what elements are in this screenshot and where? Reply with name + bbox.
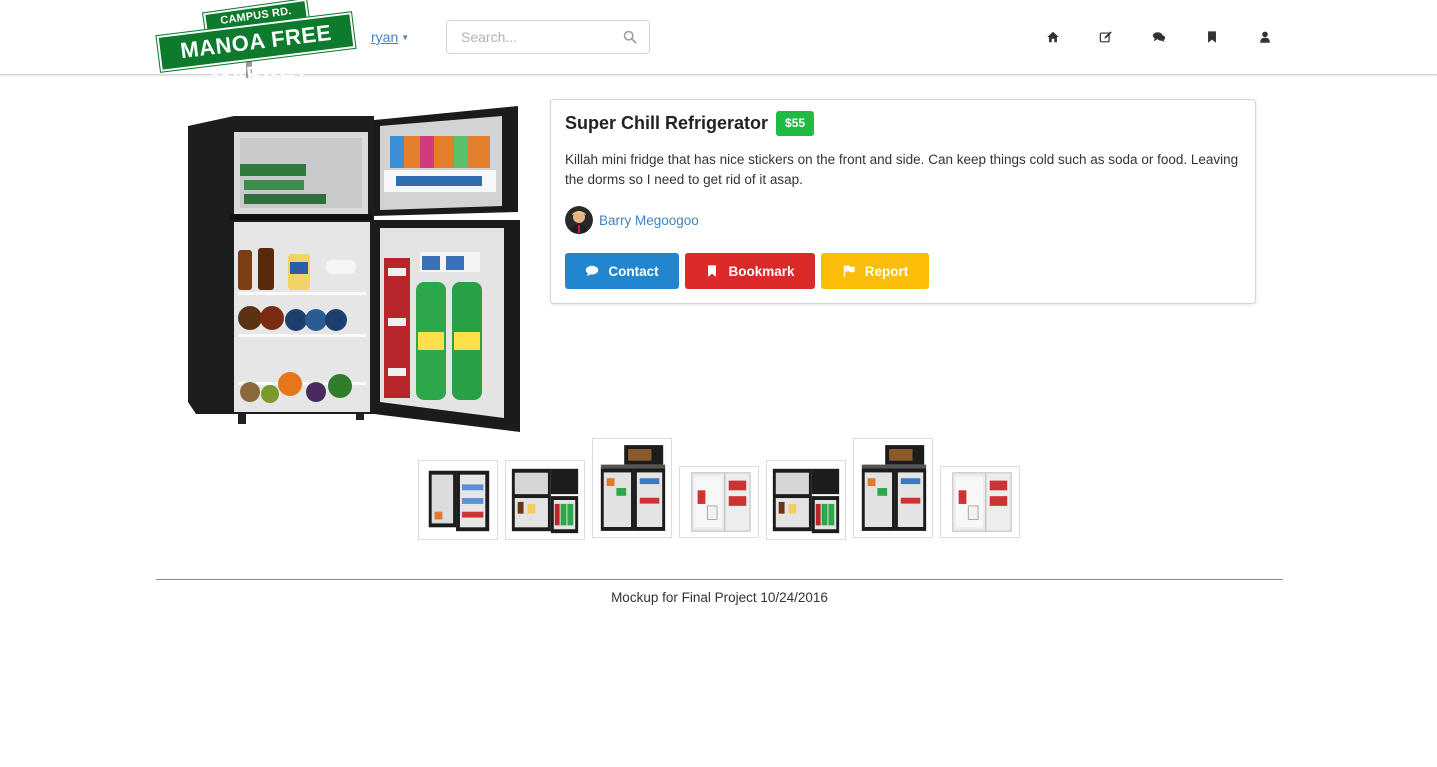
home-icon [1046,31,1059,43]
comments-icon [1152,32,1165,43]
nav-icon-menu [1026,26,1291,48]
user-icon [1259,31,1270,43]
thumbnail-1[interactable] [418,460,498,540]
caret-down-icon: ▼ [401,33,410,42]
listing-actions: Contact Bookmark Report [565,253,935,289]
user-dropdown-label: ryan [371,29,399,45]
product-main-image[interactable] [184,102,522,432]
search-input[interactable] [447,21,617,53]
thumbnail-5[interactable] [766,460,846,540]
thumbnail-3[interactable] [592,438,672,538]
nav-bookmarks[interactable] [1185,26,1238,48]
nav-messages[interactable] [1132,26,1185,48]
thumbnail-7[interactable] [940,466,1020,538]
footer-text: Mockup for Final Project 10/24/2016 [611,590,828,605]
report-button-label: Report [864,263,909,279]
footer-divider [156,579,1283,580]
edit-icon [1099,31,1112,43]
site-logo[interactable]: CAMPUS RD. 96813 ▸ MANOA FREE MARKET [155,0,360,92]
bookmark-icon [708,265,717,277]
seller-avatar[interactable] [565,206,593,234]
search-icon[interactable] [623,30,637,44]
bookmark-button[interactable]: Bookmark [685,253,815,289]
comment-icon [586,265,599,277]
contact-button[interactable]: Contact [565,253,679,289]
flag-icon [843,265,855,277]
thumbnail-6[interactable] [853,438,933,538]
report-button[interactable]: Report [821,253,929,289]
listing-description: Killah mini fridge that has nice sticker… [565,152,1239,187]
thumbnail-2[interactable] [505,460,585,540]
listing-header: Super Chill Refrigerator $55 [565,110,815,136]
thumbnail-4[interactable] [679,466,759,538]
nav-home[interactable] [1026,26,1079,48]
seller-name-link[interactable]: Barry Megoogoo [599,213,699,228]
search-box [446,20,650,54]
listing-card: Super Chill Refrigerator $55 Killah mini… [550,99,1256,304]
top-navbar: CAMPUS RD. 96813 ▸ MANOA FREE MARKET rya… [0,0,1437,92]
contact-button-label: Contact [608,263,659,279]
bookmark-button-label: Bookmark [728,263,795,279]
user-dropdown[interactable]: ryan ▼ [371,29,409,45]
price-badge: $55 [776,110,815,136]
listing-title: Super Chill Refrigerator [565,112,769,133]
thumbnail-strip [418,438,1022,540]
seller-info: Barry Megoogoo [565,206,699,234]
bookmark-icon [1207,31,1216,43]
nav-profile[interactable] [1238,26,1291,48]
nav-edit[interactable] [1079,26,1132,48]
